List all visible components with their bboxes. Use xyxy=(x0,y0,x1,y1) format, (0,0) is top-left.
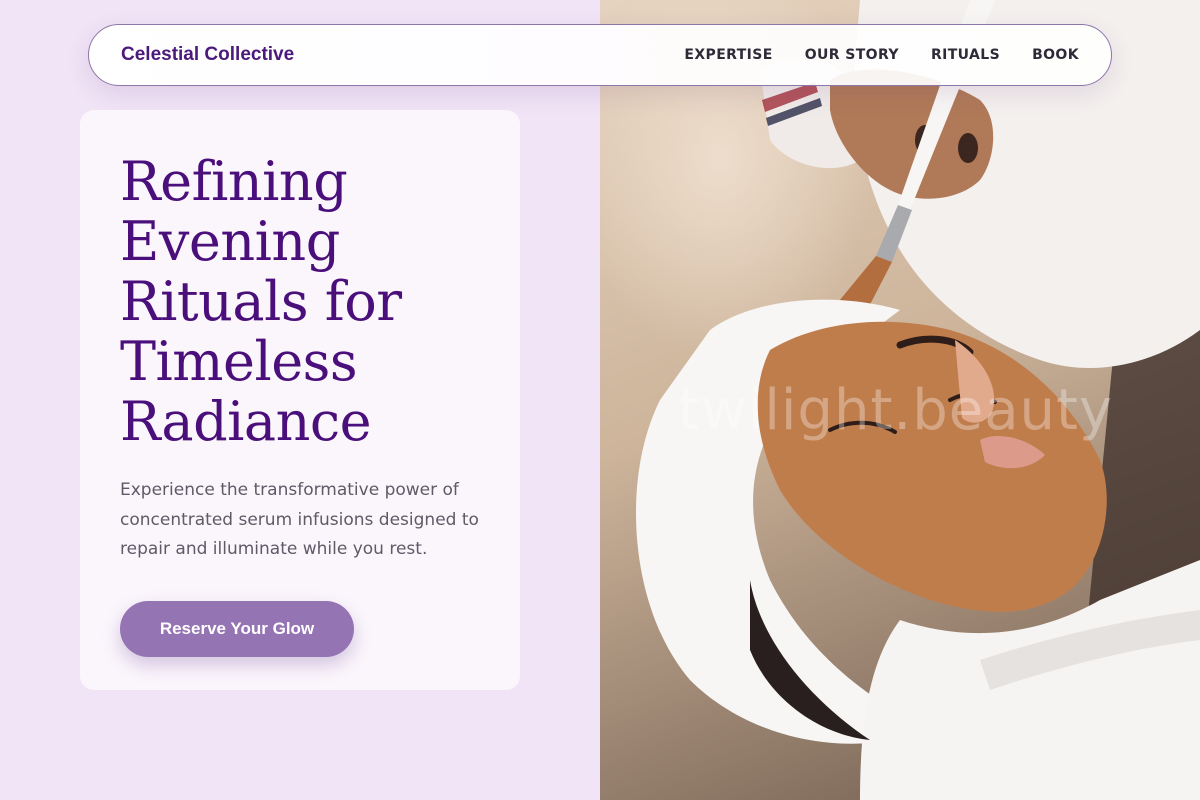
hero-photo: twilight.beauty xyxy=(600,0,1200,800)
nav-link-rituals[interactable]: RITUALS xyxy=(931,47,1000,63)
reserve-glow-button[interactable]: Reserve Your Glow xyxy=(120,600,354,657)
hero-card: Refining Evening Rituals for Timeless Ra… xyxy=(80,110,520,690)
nav-links: EXPERTISE OUR STORY RITUALS BOOK xyxy=(684,47,1079,63)
brand-logo[interactable]: Celestial Collective xyxy=(121,44,294,66)
watermark-text: twilight.beauty xyxy=(678,378,1114,443)
hero-subtext: Experience the transformative power of c… xyxy=(120,480,479,559)
hero-headline: Refining Evening Rituals for Timeless Ra… xyxy=(120,150,402,453)
nav-link-our-story[interactable]: OUR STORY xyxy=(805,47,899,63)
nav-link-book[interactable]: BOOK xyxy=(1032,47,1079,63)
nav-link-expertise[interactable]: EXPERTISE xyxy=(684,47,772,63)
top-navigation: Celestial Collective EXPERTISE OUR STORY… xyxy=(88,24,1112,86)
